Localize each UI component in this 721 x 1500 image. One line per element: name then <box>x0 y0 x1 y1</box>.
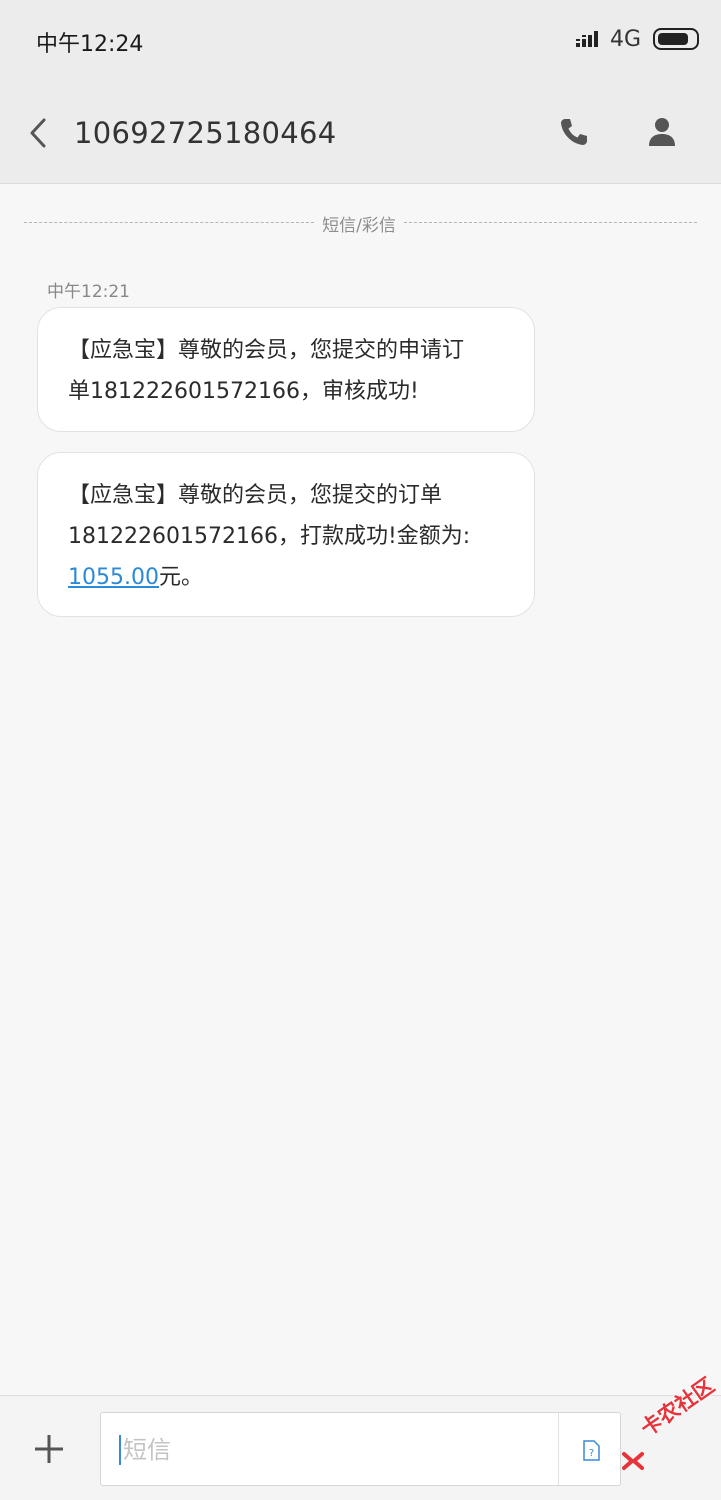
message-text-line: 181222601572166，打款成功!金额为: <box>68 524 471 549</box>
plus-icon[interactable] <box>32 1432 66 1466</box>
back-button[interactable] <box>24 116 54 150</box>
divider-line-right <box>404 222 697 223</box>
watermark-text: 卡农社区 <box>636 1373 719 1441</box>
message-text-line: 【应急宝】尊敬的会员，您提交的订单 <box>68 483 443 508</box>
person-icon[interactable] <box>644 114 680 150</box>
contact-number-title: 10692725180464 <box>74 116 337 150</box>
divider-line-left <box>24 222 314 223</box>
message-amount-line: 1055.00元。 <box>68 557 514 598</box>
signal-bars-icon <box>575 31 598 47</box>
watermark-mark-icon <box>622 1452 644 1470</box>
input-divider <box>558 1413 559 1485</box>
amount-link[interactable]: 1055.00 <box>68 565 159 590</box>
message-composer: ? <box>0 1395 721 1500</box>
status-indicators: 4G <box>575 24 699 54</box>
channel-divider: 短信/彩信 <box>24 210 697 236</box>
message-bubble[interactable]: 【应急宝】尊敬的会员，您提交的申请订 单181222601572166，审核成功… <box>37 307 535 432</box>
message-input-box[interactable]: ? <box>100 1412 621 1486</box>
conversation-header: 10692725180464 <box>0 80 721 184</box>
phone-icon[interactable] <box>556 114 592 150</box>
network-type-label: 4G <box>609 26 641 52</box>
amount-suffix: 元。 <box>158 565 203 590</box>
text-caret <box>119 1435 121 1465</box>
message-bubble[interactable]: 【应急宝】尊敬的会员，您提交的订单 181222601572166，打款成功!金… <box>37 452 535 617</box>
message-text-line: 【应急宝】尊敬的会员，您提交的申请订 <box>68 338 465 363</box>
message-timestamp: 中午12:21 <box>47 282 130 302</box>
sim-card-icon[interactable]: ? <box>582 1440 600 1461</box>
status-time: 中午12:24 <box>36 32 144 57</box>
channel-label: 短信/彩信 <box>322 216 396 236</box>
watermark-logo: 卡农社区 <box>614 1373 720 1478</box>
status-bar: 中午12:24 4G <box>0 0 721 80</box>
battery-icon <box>653 28 699 50</box>
message-input[interactable] <box>123 1431 543 1469</box>
message-text-line: 单181222601572166，审核成功! <box>68 379 419 404</box>
svg-text:?: ? <box>589 1448 594 1459</box>
